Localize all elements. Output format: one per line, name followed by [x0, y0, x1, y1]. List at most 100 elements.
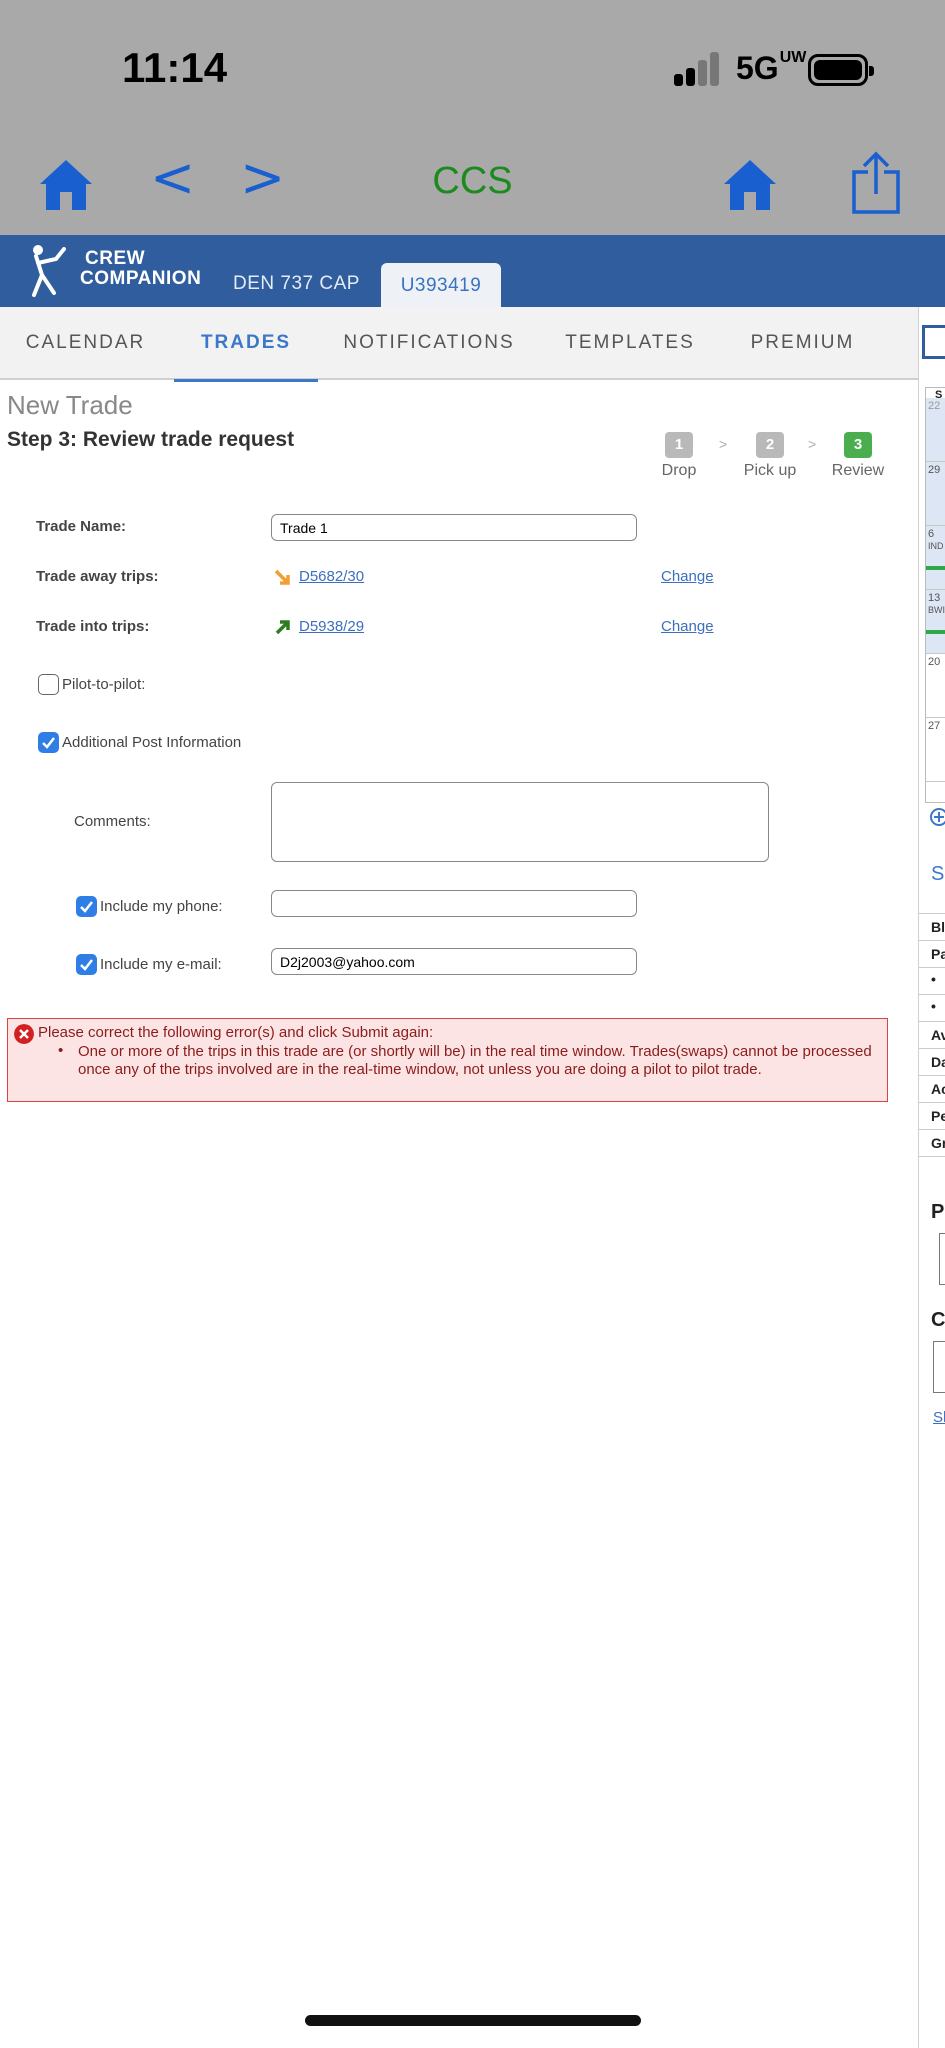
step-separator: >	[719, 436, 728, 452]
browser-title: CCS	[432, 160, 513, 202]
step-label: Drop	[661, 462, 697, 479]
mini-calendar[interactable]: 22 29 6 IND 13 BWI 20 27	[925, 387, 945, 803]
error-message-box: Please correct the following error(s) an…	[7, 1018, 888, 1102]
side-panel-textarea[interactable]	[933, 1341, 945, 1393]
checkmark-icon	[80, 959, 93, 971]
side-panel-label: Ac	[931, 1081, 945, 1097]
side-panel-label: •	[931, 998, 936, 1014]
step-number: 2	[756, 432, 784, 458]
side-panel-label: •	[931, 971, 936, 987]
share-icon[interactable]	[850, 150, 902, 216]
error-heading: Please correct the following error(s) an…	[38, 1024, 434, 1041]
home-icon-right[interactable]	[720, 154, 780, 214]
error-bullet: •	[58, 1042, 64, 1059]
include-phone-checkbox[interactable]	[76, 896, 97, 917]
checkmark-icon	[42, 737, 55, 749]
tab-calendar[interactable]: CALENDAR	[8, 307, 163, 380]
side-panel-input[interactable]	[939, 1233, 945, 1285]
mini-calendar-week[interactable]: 29	[926, 462, 945, 526]
main-nav: CALENDAR TRADES NOTIFICATIONS TEMPLATES …	[0, 307, 918, 382]
side-panel-label: Av	[931, 1027, 945, 1043]
additional-info-checkbox[interactable]	[38, 732, 59, 753]
trade-away-trip-link[interactable]: D5682/30	[299, 568, 364, 585]
mini-calendar-day: 13	[928, 592, 941, 604]
comments-textarea[interactable]	[271, 782, 769, 862]
pilot-to-pilot-checkbox[interactable]	[38, 674, 59, 695]
add-circle-icon[interactable]	[929, 807, 945, 827]
side-panel-heading-c: C	[931, 1309, 945, 1331]
base-label[interactable]: DEN 737 CAP	[233, 273, 360, 295]
trade-name-label: Trade Name:	[36, 518, 127, 535]
user-id-tab[interactable]: U393419	[381, 263, 501, 307]
signal-icon	[674, 52, 722, 86]
tab-trades[interactable]: TRADES	[174, 307, 318, 382]
status-time: 11:14	[122, 44, 228, 91]
include-phone-label: Include my phone:	[100, 898, 223, 915]
side-panel-label: Bl	[931, 919, 945, 935]
browser-toolbar: < > CCS	[0, 140, 945, 235]
checkmark-icon	[80, 901, 93, 913]
step-title: Step 3: Review trade request	[7, 428, 295, 451]
change-trade-away-link[interactable]: Change	[661, 568, 714, 585]
change-trade-into-link[interactable]: Change	[661, 618, 714, 635]
tab-premium[interactable]: PREMIUM	[730, 307, 875, 380]
side-panel-label: Gr	[931, 1135, 945, 1151]
mini-calendar-day: 27	[928, 720, 941, 732]
include-email-label: Include my e-mail:	[100, 956, 222, 973]
network-suffix: UW	[779, 49, 807, 66]
logo-line2: COMPANION	[80, 268, 202, 289]
side-panel-label: Da	[931, 1054, 945, 1070]
step-label: Pick up	[743, 462, 797, 479]
step-pickup: 2 Pick up	[740, 432, 800, 480]
error-icon	[14, 1024, 34, 1044]
side-panel-section-heading: SU	[931, 863, 945, 885]
tab-notifications[interactable]: NOTIFICATIONS	[334, 307, 524, 380]
mini-calendar-tag: BWI	[928, 605, 945, 615]
step-review: 3 Review	[828, 432, 888, 480]
app-header: CREW COMPANION DEN 737 CAP U393419	[0, 235, 945, 307]
mini-calendar-day: 6	[928, 528, 935, 540]
side-panel-link[interactable]: Sh	[933, 1409, 945, 1426]
network-label: 5G	[736, 50, 779, 86]
add-calendar-icon[interactable]	[922, 325, 945, 359]
phone-input[interactable]	[271, 890, 637, 917]
pilot-to-pilot-label: Pilot-to-pilot:	[62, 676, 146, 693]
mini-calendar-week[interactable]: 22	[926, 398, 945, 462]
step-label: Review	[831, 462, 885, 479]
mini-calendar-tag: IND	[928, 541, 944, 551]
mini-calendar-day: 22	[928, 400, 941, 412]
mini-calendar-week[interactable]: 27	[926, 718, 945, 782]
crew-companion-logo-icon	[32, 245, 66, 297]
trade-name-input[interactable]: Trade 1	[271, 514, 637, 541]
side-panel-label: Pe	[931, 1108, 945, 1124]
include-email-checkbox[interactable]	[76, 954, 97, 975]
trade-away-arrow-icon	[274, 569, 290, 585]
step-number: 3	[844, 432, 872, 458]
trade-into-label: Trade into trips:	[36, 618, 150, 635]
mini-calendar-week[interactable]: 13 BWI	[926, 590, 945, 654]
side-panel-label: Pa	[931, 946, 945, 962]
additional-info-label: Additional Post Information	[62, 734, 242, 751]
status-bar: 11:14 5GUW	[0, 0, 945, 140]
mini-calendar-week[interactable]: 6 IND	[926, 526, 945, 590]
step-separator: >	[808, 436, 817, 452]
mini-calendar-day: 29	[928, 464, 941, 476]
trade-into-arrow-icon	[275, 620, 290, 635]
logo-text: CREW COMPANION	[80, 249, 201, 289]
tab-templates[interactable]: TEMPLATES	[550, 307, 710, 380]
error-message: One or more of the trips in this trade a…	[78, 1043, 872, 1078]
trade-away-label: Trade away trips:	[36, 568, 159, 585]
battery-icon	[808, 54, 874, 86]
home-indicator[interactable]	[305, 2015, 641, 2026]
step-number: 1	[665, 432, 693, 458]
logo-line1: CREW	[85, 248, 146, 269]
trade-into-trip-link[interactable]: D5938/29	[299, 618, 364, 635]
email-input[interactable]: D2j2003@yahoo.com	[271, 948, 637, 975]
mini-calendar-day: 20	[928, 656, 941, 668]
comments-label: Comments:	[74, 813, 151, 830]
side-panel: S 22 29 6 IND 13 BWI 20 27 SU Bl Pa •	[918, 307, 945, 2048]
page-title: New Trade	[7, 390, 133, 420]
side-panel-heading-p: P	[931, 1201, 945, 1223]
network-indicator: 5GUW	[736, 50, 806, 87]
mini-calendar-week[interactable]: 20	[926, 654, 945, 718]
